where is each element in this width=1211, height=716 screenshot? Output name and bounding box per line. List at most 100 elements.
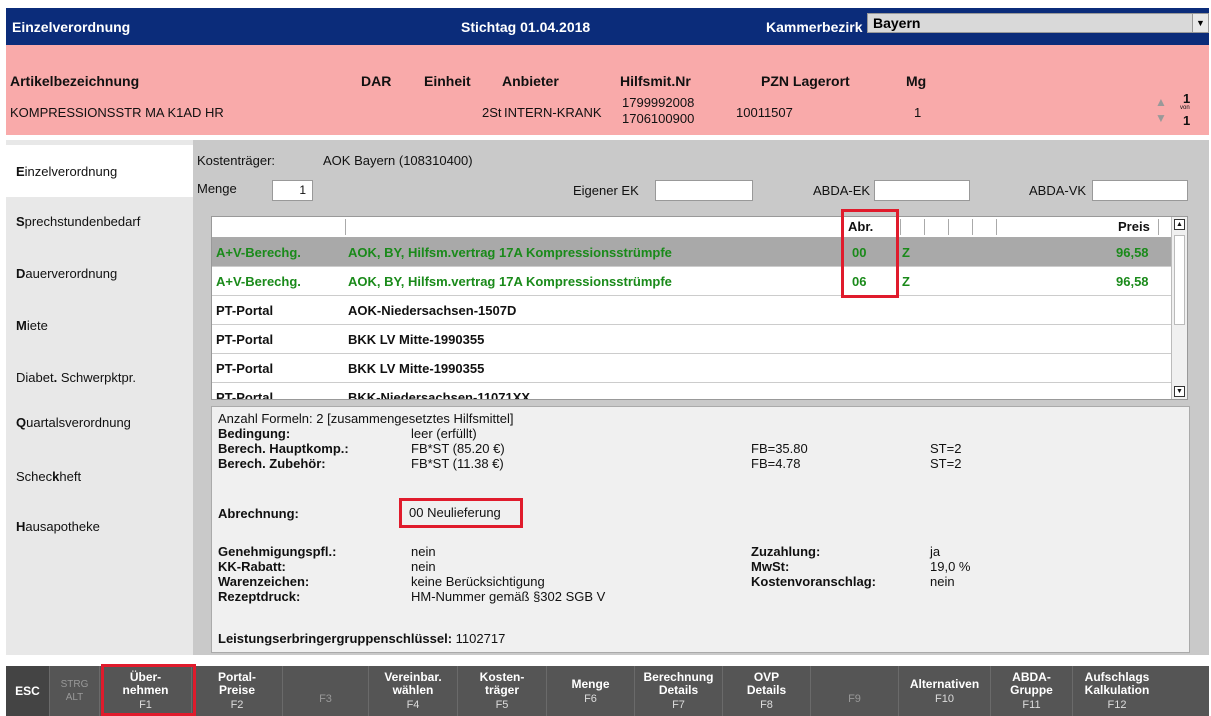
- eigener-ek-label: Eigener EK: [573, 183, 639, 198]
- eigener-ek-input[interactable]: [655, 180, 753, 201]
- berechnung-details: Anzahl Formeln: 2 [zusammengesetztes Hil…: [211, 406, 1190, 653]
- article-header: Artikelbezeichnung DAR Einheit Anbieter …: [6, 45, 1209, 135]
- portal-preise-button[interactable]: Portal- Preise F2: [192, 666, 283, 716]
- article-mg: 1: [914, 105, 922, 120]
- abda-ek-label: ABDA-EK: [813, 183, 871, 198]
- table-row[interactable]: A+V-Berechg. AOK, BY, Hilfsm.vertrag 17A…: [212, 238, 1172, 267]
- table-row[interactable]: PT-Portal BKK LV Mitte-1990355: [212, 354, 1172, 383]
- kk-rabatt-label: KK-Rabatt:: [218, 559, 286, 574]
- zuzahlung-value: ja: [930, 544, 941, 559]
- esc-key[interactable]: ESC: [6, 666, 50, 716]
- strg-alt-key[interactable]: STRG ALT: [50, 666, 100, 716]
- article-position: 1: [1183, 91, 1191, 106]
- anzahl-formeln: Anzahl Formeln: 2 [zusammengesetztes Hil…: [218, 411, 514, 426]
- sidebar-item-dauerverordnung[interactable]: Dauerverordnung: [6, 247, 193, 299]
- col-pzn: PZN Lagerort: [761, 73, 850, 89]
- zubehoer-value: FB*ST (11.38 €): [411, 456, 504, 471]
- col-einheit: Einheit: [424, 73, 471, 89]
- article-hilfsmit-1: 1799992008: [622, 95, 695, 110]
- kostentraeger-button[interactable]: Kosten-träger F5: [458, 666, 547, 716]
- sidebar-item-quartalsverordnung[interactable]: Quartalsverordnung: [6, 396, 193, 448]
- berechnung-table: Abr. Preis A+V-Berechg. AOK, BY, Hilfsm.…: [211, 216, 1188, 400]
- kammerbezirk-value: Bayern: [873, 15, 921, 31]
- abda-vk-label: ABDA-VK: [1029, 183, 1087, 198]
- col-hilfsmit: Hilfsmit.Nr: [620, 73, 691, 89]
- article-hilfsmit-2: 1706100900: [622, 111, 695, 126]
- bedingung-value: leer (erfüllt): [411, 426, 477, 441]
- abda-gruppe-button[interactable]: ABDA- Gruppe F11: [991, 666, 1073, 716]
- article-einheit: 2St: [482, 105, 502, 120]
- table-header: Abr. Preis: [212, 217, 1172, 238]
- sidebar-item-miete[interactable]: Miete: [6, 299, 193, 351]
- sidebar-item-scheckheft[interactable]: Scheckheft: [6, 450, 193, 502]
- sidebar-item-sprechstundenbedarf[interactable]: Sprechstundenbedarf: [6, 195, 193, 247]
- article-pager: ▲ ▼ 1 von 1: [1155, 91, 1199, 129]
- table-scrollbar[interactable]: ▲ ▼: [1171, 217, 1187, 399]
- article-pzn: 10011507: [736, 105, 793, 120]
- alternativen-button[interactable]: Alternativen F10: [899, 666, 991, 716]
- function-key-bar: ESC STRG ALT Über-nehmen F1 Portal- Preise F…: [6, 666, 1209, 716]
- arrow-down-icon[interactable]: ▼: [1155, 111, 1167, 125]
- f9-button[interactable]: F9: [811, 666, 899, 716]
- table-row[interactable]: PT-Portal AOK-Niedersachsen-1507D: [212, 296, 1172, 325]
- article-total: 1: [1183, 113, 1191, 128]
- abrechnung-value: 00 Neulieferung: [409, 505, 501, 520]
- vereinbar-waehlen-button[interactable]: Vereinbar. wählen F4: [369, 666, 458, 716]
- zubehoer-st: ST=2: [930, 456, 962, 471]
- abda-ek-input[interactable]: [874, 180, 970, 201]
- mwst-value: 19,0 %: [930, 559, 971, 574]
- genehmigung-label: Genehmigungspfl.:: [218, 544, 337, 559]
- sidebar-item-hausapotheke[interactable]: Hausapotheke: [6, 500, 193, 552]
- scroll-thumb[interactable]: [1174, 235, 1185, 325]
- warenzeichen-label: Warenzeichen:: [218, 574, 310, 589]
- ovp-details-button[interactable]: OVP Details F8: [723, 666, 811, 716]
- f3-button[interactable]: F3: [283, 666, 369, 716]
- leistungserbringer-row: Leistungserbringergruppenschlüssel: 1102…: [218, 631, 506, 646]
- col-abr: Abr.: [848, 219, 874, 234]
- col-preis: Preis: [1118, 219, 1150, 234]
- zubehoer-label: Berech. Zubehör:: [218, 456, 326, 471]
- genehmigung-value: nein: [411, 544, 436, 559]
- article-name[interactable]: KOMPRESSIONSSTR MA K1AD HR: [10, 105, 224, 120]
- chevron-down-icon[interactable]: ▼: [1192, 14, 1208, 32]
- kammerbezirk-select[interactable]: Bayern ▼: [867, 13, 1209, 33]
- scroll-down-icon[interactable]: ▼: [1174, 386, 1185, 397]
- scroll-up-icon[interactable]: ▲: [1174, 219, 1185, 230]
- kammerbezirk-label: Kammerbezirk: [766, 19, 863, 35]
- kostenvoranschlag-label: Kostenvoranschlag:: [751, 574, 876, 589]
- table-row[interactable]: PT-Portal BKK LV Mitte-1990355: [212, 325, 1172, 354]
- abda-vk-input[interactable]: [1092, 180, 1188, 201]
- table-row[interactable]: PT-Portal BKK-Niedersachsen-11071XX: [212, 383, 1172, 399]
- zubehoer-fb: FB=4.78: [751, 456, 801, 471]
- sidebar-item-einzelverordnung[interactable]: Einzelverordnung: [6, 145, 193, 197]
- rezeptdruck-value: HM-Nummer gemäß §302 SGB V: [411, 589, 606, 604]
- rezeptdruck-label: Rezeptdruck:: [218, 589, 301, 604]
- menge-label: Menge: [197, 181, 237, 196]
- stichtag-label: Stichtag 01.04.2018: [461, 19, 591, 35]
- zuzahlung-label: Zuzahlung:: [751, 544, 821, 559]
- col-mg: Mg: [906, 73, 927, 89]
- kk-rabatt-value: nein: [411, 559, 436, 574]
- menge-input[interactable]: 1: [272, 180, 313, 201]
- main-panel: Kostenträger: AOK Bayern (108310400) Men…: [193, 140, 1209, 655]
- berechnung-details-button[interactable]: Berechnung Details F7: [635, 666, 723, 716]
- hauptkomp-fb: FB=35.80: [751, 441, 808, 456]
- table-row[interactable]: A+V-Berechg. AOK, BY, Hilfsm.vertrag 17A…: [212, 267, 1172, 296]
- warenzeichen-value: keine Berücksichtigung: [411, 574, 545, 589]
- bedingung-label: Bedingung:: [218, 426, 291, 441]
- article-von: von: [1180, 105, 1190, 111]
- hauptkomp-st: ST=2: [930, 441, 962, 456]
- arrow-up-icon[interactable]: ▲: [1155, 95, 1167, 109]
- kostenvoranschlag-value: nein: [930, 574, 955, 589]
- uebernehmen-button[interactable]: Über-nehmen F1: [100, 666, 192, 716]
- hauptkomp-value: FB*ST (85.20 €): [411, 441, 505, 456]
- aufschlags-kalkulation-button[interactable]: Aufschlags Kalkulation F12: [1073, 666, 1161, 716]
- menge-button[interactable]: Menge F6: [547, 666, 635, 716]
- kostentraeger-label: Kostenträger:: [197, 153, 276, 168]
- article-anbieter: INTERN-KRANK: [504, 105, 602, 120]
- abrechnung-label: Abrechnung:: [218, 506, 299, 521]
- kostentraeger-value: AOK Bayern (108310400): [323, 153, 473, 168]
- col-dar: DAR: [361, 73, 392, 89]
- col-artikelbezeichnung: Artikelbezeichnung: [10, 73, 140, 89]
- mwst-label: MwSt:: [751, 559, 790, 574]
